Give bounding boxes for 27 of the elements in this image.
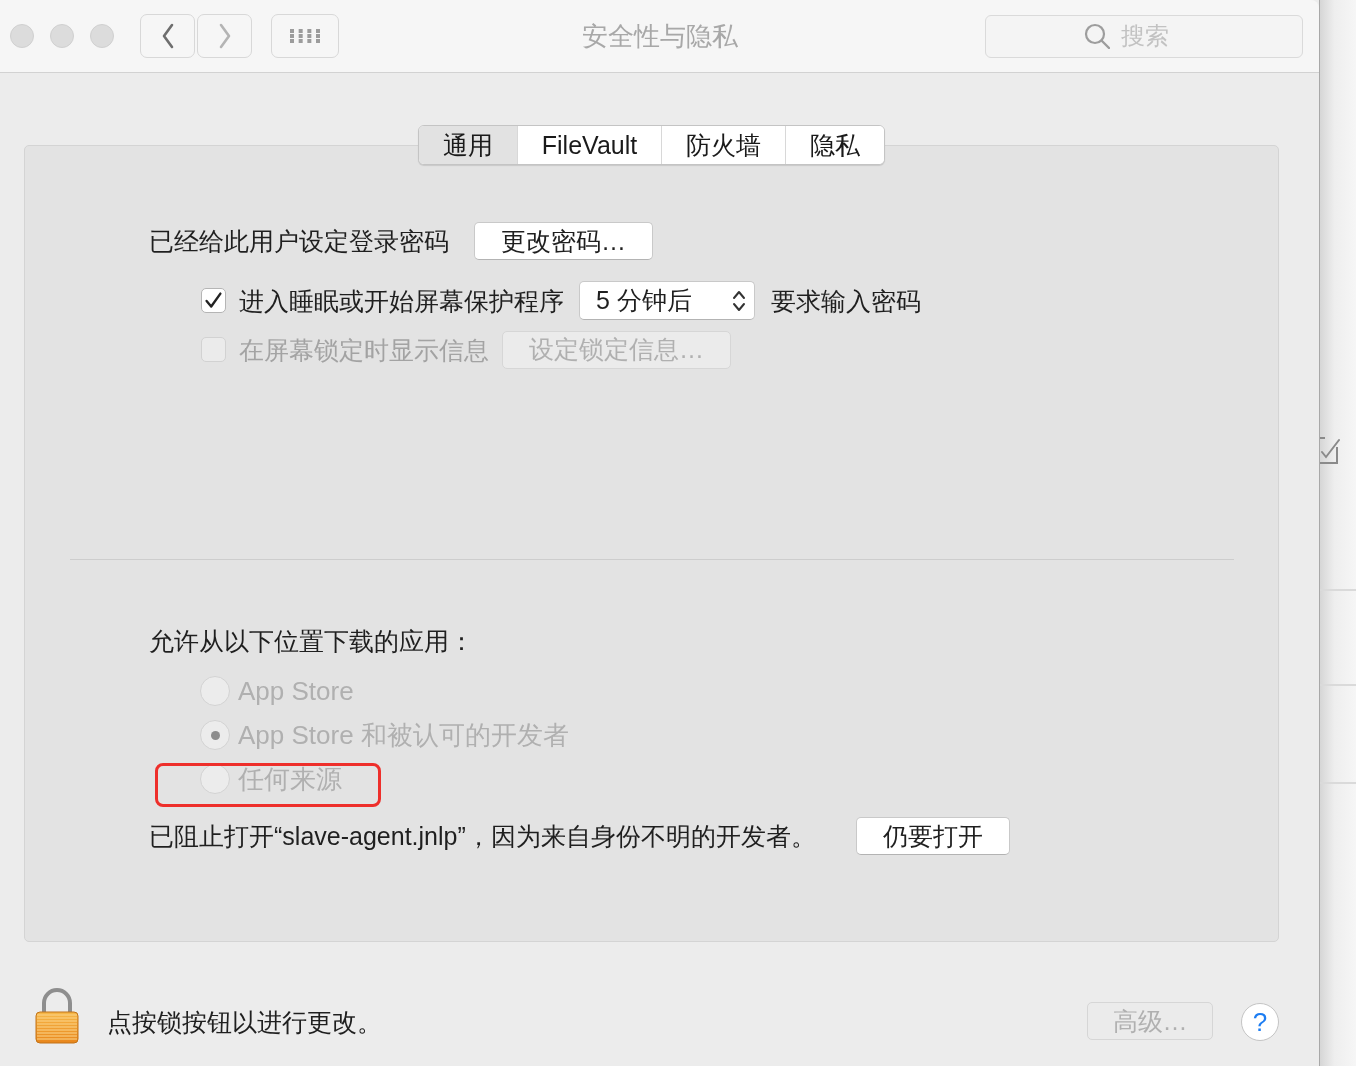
tab[interactable]: FileVault bbox=[516, 126, 662, 164]
chevron-right-icon bbox=[217, 23, 232, 49]
close-window-button[interactable] bbox=[10, 24, 34, 48]
option-suffix-label: 要求输入密码 bbox=[771, 285, 921, 316]
minimize-window-button[interactable] bbox=[50, 24, 74, 48]
downloads-heading: 允许从以下位置下载的应用： bbox=[149, 626, 474, 656]
window-title: 安全性与隐私 bbox=[581, 19, 738, 53]
tab[interactable]: 隐私 bbox=[785, 126, 885, 164]
tab[interactable]: 通用 bbox=[418, 126, 517, 164]
option-label: 在屏幕锁定时显示信息 bbox=[239, 334, 489, 365]
back-button[interactable] bbox=[140, 14, 195, 58]
delay-popup[interactable]: 5 分钟后 bbox=[579, 281, 755, 320]
option-label: 进入睡眠或开始屏幕保护程序 bbox=[239, 285, 564, 316]
lock-hint-text: 点按锁按钮以进行更改。 bbox=[107, 1007, 382, 1037]
grid-icon bbox=[290, 29, 320, 43]
search-icon bbox=[1084, 22, 1110, 49]
password-label: 已经给此用户设定登录密码 bbox=[149, 226, 449, 256]
help-button[interactable]: ? bbox=[1241, 1003, 1279, 1041]
change-password-button[interactable]: 更改密码… bbox=[474, 222, 653, 260]
chevron-left-icon bbox=[160, 23, 175, 49]
blocked-message: 已阻止打开“slave-agent.jnlp”，因为来自身份不明的开发者。 bbox=[149, 821, 816, 851]
tab[interactable]: 防火墙 bbox=[661, 126, 786, 164]
padlock-icon[interactable] bbox=[35, 988, 79, 1044]
checkbox[interactable] bbox=[201, 288, 226, 313]
tick-box-icon bbox=[1320, 435, 1340, 465]
zoom-window-button[interactable] bbox=[90, 24, 114, 48]
show-all-button[interactable] bbox=[271, 14, 339, 58]
